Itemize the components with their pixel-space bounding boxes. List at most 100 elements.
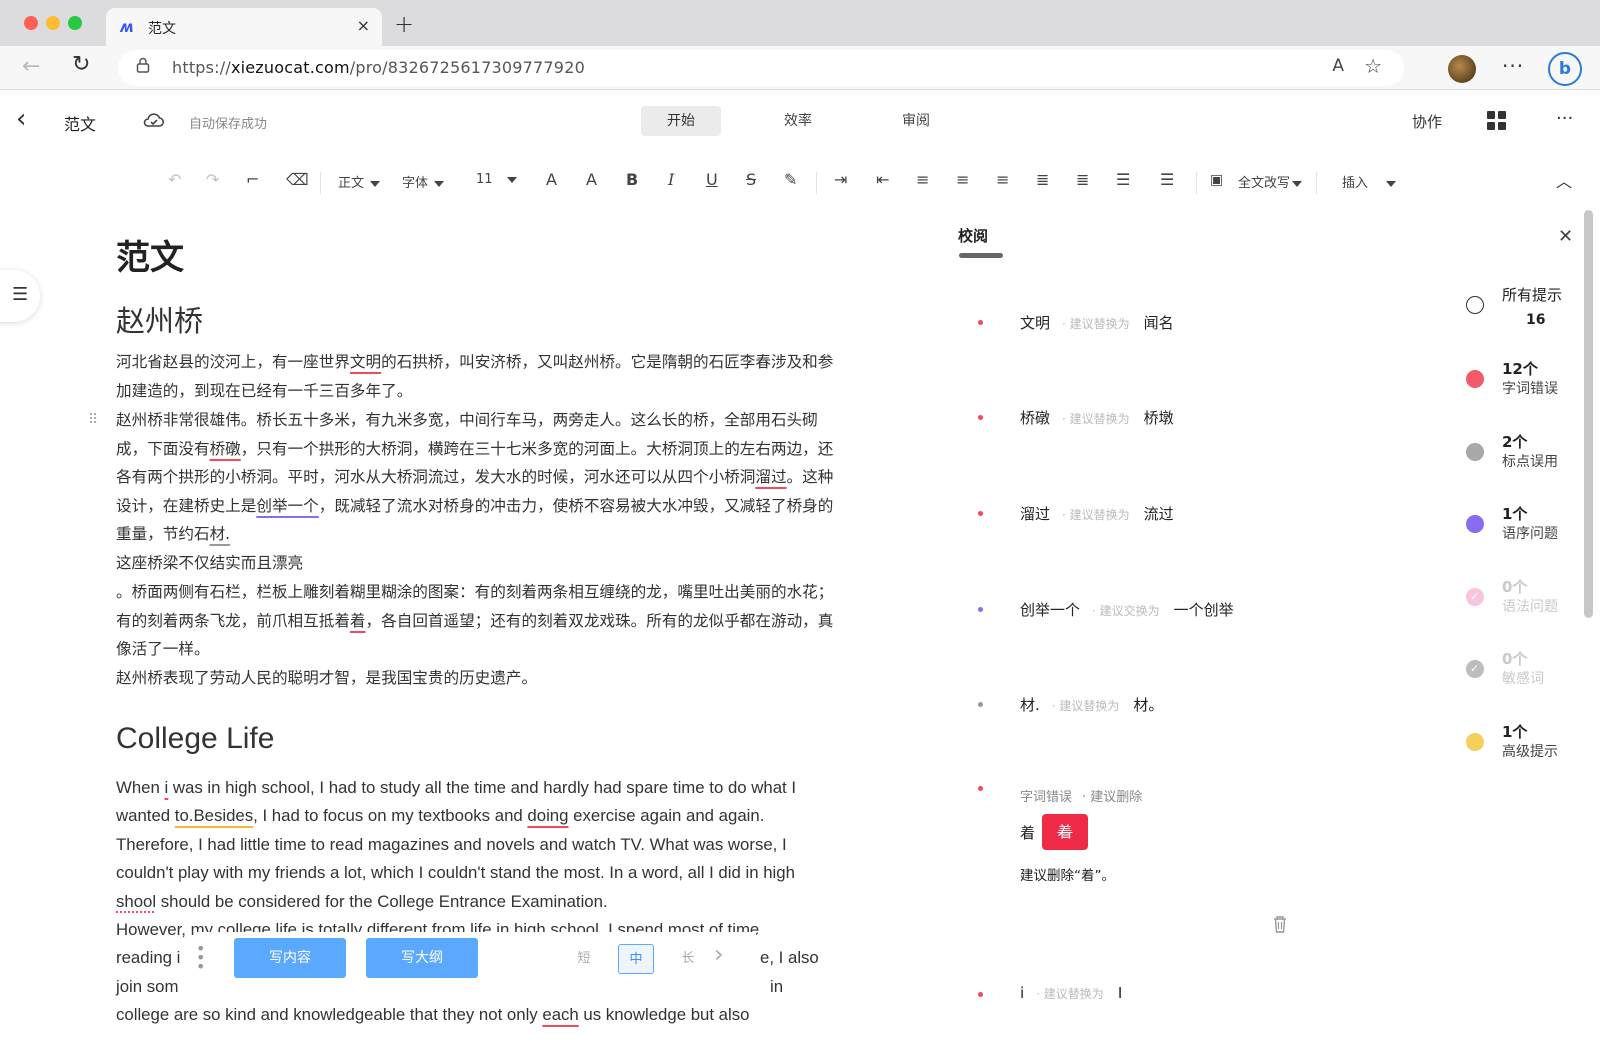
advanced-mark[interactable]: to.Besides [175,806,253,825]
more-options-icon[interactable]: ··· [1556,108,1573,129]
length-short-option[interactable]: 短 [566,944,602,974]
write-outline-button[interactable]: 写大纲 [366,938,478,978]
drag-dots-icon[interactable]: • • • [196,941,205,975]
window-minimize-button[interactable] [46,16,60,30]
new-tab-button[interactable]: + [394,10,414,38]
align-right-icon[interactable]: ≡ [996,170,1009,189]
text-run: should be considered for the College Ent… [156,891,608,911]
line-spacing-icon[interactable]: ≣ [1076,170,1089,189]
category-dot [1466,370,1484,388]
error-mark[interactable]: 文明 [350,353,381,371]
suggestion-word: 桥礅 [1020,409,1051,427]
paragraph[interactable]: 河北省赵县的洨河上，有一座世界文明的石拱桥，叫安济桥，又叫赵州桥。它是隋朝的石匠… [116,348,834,405]
window-close-button[interactable] [24,16,38,30]
paragraph[interactable]: When i was in high school, I had to stud… [116,774,834,916]
suggestion-replacement[interactable]: I [1118,984,1122,1002]
paragraph-line[interactable]: e, I also [760,944,840,972]
align-center-icon[interactable]: ≡ [956,170,969,189]
trash-icon[interactable] [1272,914,1288,934]
profile-avatar[interactable] [1448,55,1476,83]
category-label: 语法问题 [1502,599,1558,615]
paragraph[interactable]: 赵州桥非常很雄伟。桥长五十多米，有九米多宽，中间行车马，两旁走人。这么长的桥，全… [116,406,834,549]
read-aloud-icon[interactable]: A [1332,56,1344,76]
font-family-select[interactable]: 字体 [402,172,445,191]
drag-handle-icon[interactable]: ⠿ [88,412,98,428]
align-left-icon[interactable]: ≡ [916,170,929,189]
paragraph[interactable]: 。桥面两侧有石栏，栏板上雕刻着糊里糊涂的图案：有的刻着两条相互缠绕的龙，嘴里吐出… [116,578,834,664]
full-rewrite-select[interactable]: 全文改写 [1238,172,1303,191]
suggestion-word: i [1020,984,1025,1002]
font-size-select[interactable]: 11 [476,172,517,187]
paragraph[interactable]: 赵州桥表现了劳动人民的聪明才智，是我国宝贵的历史遗产。 [116,664,834,693]
undo-icon[interactable]: ↶ [168,170,181,189]
paragraph-line[interactable]: in [770,973,810,1001]
add-favorite-icon[interactable]: ☆ [1364,54,1382,78]
suggestion-replacement[interactable]: 桥墩 [1144,409,1174,427]
length-medium-option[interactable]: 中 [618,944,654,974]
suggestion-hint: · 建议替换为 [1062,412,1130,426]
section-heading[interactable]: 赵州桥 [116,298,203,340]
bing-copilot-icon[interactable]: b [1548,52,1582,86]
apps-grid-icon[interactable] [1487,111,1506,130]
indent-decrease-icon[interactable]: ⇤ [876,170,889,189]
paragraph[interactable]: 这座桥梁不仅结实而且漂亮 [116,549,834,578]
collapse-toolbar-icon[interactable]: ︿ [1556,168,1572,192]
redo-icon[interactable]: ↷ [206,170,219,189]
collaborate-button[interactable]: 协作 [1412,111,1442,132]
chevron-right-icon[interactable]: › [714,940,724,968]
tab-review[interactable]: 审阅 [876,106,956,136]
error-mark[interactable]: 溜过 [755,468,786,486]
window-maximize-button[interactable] [68,16,82,30]
highlight-pen-icon[interactable]: ✎ [784,170,797,189]
italic-icon[interactable]: I [668,170,674,189]
length-long-option[interactable]: 长 [670,944,706,974]
error-mark[interactable]: 着 [350,612,366,630]
ordered-list-icon[interactable]: ☰ [1116,170,1130,189]
error-mark[interactable]: shool [116,892,156,911]
bold-icon[interactable]: B [626,170,638,189]
review-tab[interactable]: 校阅 [958,225,988,246]
suggestion-text: 桥礅 · 建议替换为 桥墩 [1020,407,1174,428]
eraser-icon[interactable]: ⌫ [286,170,309,189]
strikethrough-icon[interactable]: S [746,170,756,189]
insert-select[interactable]: 插入 [1342,172,1397,191]
back-chevron-icon[interactable]: ‹ [16,104,26,134]
write-content-button[interactable]: 写内容 [234,938,346,978]
url-field[interactable]: https://xiezuocat.com/pro/83267256173097… [118,50,1404,86]
reload-icon[interactable]: ↻ [72,52,90,77]
suggestion-replacement[interactable]: 闻名 [1144,314,1174,332]
document-title[interactable]: 范文 [116,230,184,279]
close-icon[interactable]: ✕ [1558,226,1573,247]
rewrite-icon[interactable]: ▣ [1210,172,1223,188]
paragraph-style-select[interactable]: 正文 [338,172,381,191]
paragraph-line[interactable]: college are so kind and knowledgeable th… [116,1001,834,1029]
tab-close-icon[interactable]: × [357,16,370,35]
indent-increase-icon[interactable]: ⇥ [834,170,847,189]
suggestion-replacement[interactable]: 一个创举 [1174,601,1234,619]
outline-toggle-button[interactable]: ☰ [0,270,40,322]
word-order-mark[interactable]: 创举一个 [256,497,318,515]
section-heading[interactable]: College Life [116,722,274,756]
increase-font-icon[interactable]: A [546,170,557,189]
tab-start[interactable]: 开始 [641,106,721,136]
suggestion-dot [978,992,983,997]
browser-more-icon[interactable]: ··· [1502,54,1524,78]
toolbar-divider [1196,172,1197,194]
align-justify-icon[interactable]: ≣ [1036,170,1049,189]
suggestion-replacement[interactable]: 流过 [1144,505,1174,523]
back-arrow-icon[interactable]: ← [22,54,40,79]
panel-scrollbar[interactable] [1584,210,1593,618]
error-mark[interactable]: doing [527,806,568,825]
category-dot [1466,733,1484,751]
decrease-font-icon[interactable]: A [586,170,597,189]
browser-tab[interactable]: ʍ 范文 × [106,8,382,46]
suggestion-replacement[interactable]: 材。 [1133,696,1163,714]
delete-word-button[interactable]: 着 [1042,814,1088,850]
underline-icon[interactable]: U [706,170,718,189]
bullet-list-icon[interactable]: ☰ [1160,170,1174,189]
tab-efficiency[interactable]: 效率 [758,106,838,136]
format-painter-icon[interactable]: ⌐ [246,170,259,189]
error-mark[interactable]: 桥礅 [210,440,241,458]
error-mark[interactable]: each [542,1005,578,1024]
punctuation-mark[interactable]: 材. [210,525,231,543]
